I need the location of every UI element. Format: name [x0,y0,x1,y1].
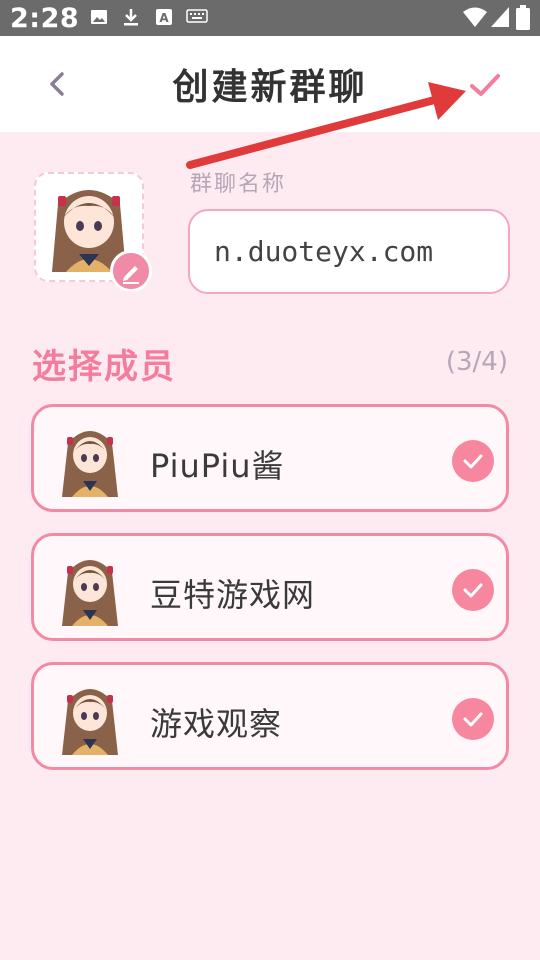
member-checkbox[interactable] [452,440,494,482]
member-name: 游戏观察 [150,705,283,743]
annotation-arrow [186,82,466,169]
keyboard-a-icon: A [156,9,172,25]
signal-icon [491,7,509,27]
image-icon [91,10,107,24]
edit-avatar-button[interactable] [110,250,152,292]
member-checkbox[interactable] [452,698,494,740]
edit-pencil-icon [123,266,139,284]
member-avatar [62,431,118,497]
status-time: 2:28 [10,3,80,34]
member-item[interactable]: 游戏观察 [31,662,509,770]
keyboard-icon [186,9,208,23]
member-checkbox[interactable] [452,569,494,611]
member-item[interactable]: 豆特游戏网 [31,533,509,641]
group-name-input[interactable] [188,209,510,294]
status-bar: 2:28 A [0,0,540,36]
check-icon [463,583,483,598]
member-name: PiuPiu酱 [150,447,285,485]
battery-icon [516,5,530,30]
svg-text:A: A [159,11,169,25]
check-icon [463,712,483,727]
select-members-title: 选择成员 [32,347,176,387]
member-name: 豆特游戏网 [150,576,316,614]
wifi-icon [463,7,487,27]
member-item[interactable]: PiuPiu酱 [31,404,509,512]
group-name-label: 群聊名称 [190,172,287,197]
check-icon [463,454,483,469]
member-count: (3/4) [445,347,508,377]
member-avatar [62,689,118,755]
download-icon [124,9,138,26]
member-avatar [62,560,118,626]
